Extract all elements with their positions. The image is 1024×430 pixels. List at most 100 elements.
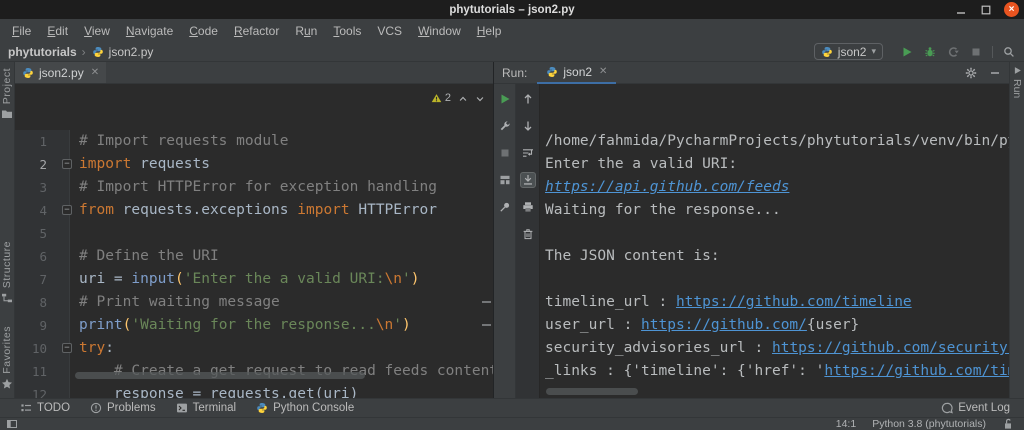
line-number: 6 — [15, 245, 70, 268]
print-button[interactable] — [520, 199, 536, 215]
console-horizontal-scrollbar[interactable] — [546, 388, 638, 395]
breadcrumb-project[interactable]: phytutorials — [8, 45, 77, 59]
close-icon[interactable]: ✕ — [91, 67, 99, 78]
lock-icon[interactable] — [1002, 418, 1014, 430]
menu-item-refactor[interactable]: Refactor — [226, 24, 287, 38]
menu-item-tools[interactable]: Tools — [325, 24, 369, 38]
editor-line[interactable]: 2− import requests — [15, 153, 493, 176]
run-button[interactable] — [900, 45, 914, 59]
menu-item-run[interactable]: Run — [287, 24, 325, 38]
clear-console-button[interactable] — [520, 226, 536, 242]
editor-line[interactable]: 9 print('Waiting for the response...\n') — [15, 314, 493, 337]
restore-layout-button[interactable] — [497, 172, 513, 188]
next-warning-icon[interactable] — [475, 94, 485, 104]
code-token: # Define the URI — [79, 248, 219, 264]
soft-wrap-button[interactable] — [520, 145, 536, 161]
run-configuration-select[interactable]: json2 ▾ — [813, 43, 883, 60]
tool-window-button-python-console[interactable]: Python Console — [246, 402, 364, 414]
tool-window-button-problems[interactable]: Problems — [80, 402, 166, 414]
code-text: import requests — [70, 153, 210, 176]
menu-item-edit[interactable]: Edit — [39, 24, 76, 38]
gear-icon[interactable] — [965, 67, 977, 79]
inspection-widget[interactable]: 2 — [431, 87, 485, 110]
run-tab-json2[interactable]: json2 ✕ — [537, 62, 617, 84]
fold-marker-icon[interactable]: − — [62, 343, 72, 353]
stop-button[interactable] — [969, 45, 983, 59]
tool-stripe-tab-structure[interactable]: Structure — [0, 241, 14, 304]
search-everywhere-button[interactable] — [1002, 45, 1016, 59]
run-header: Run: json2 ✕ — [494, 62, 1009, 84]
tool-stripe-tab-favorites[interactable]: Favorites — [0, 326, 14, 390]
coverage-button[interactable] — [946, 45, 960, 59]
menu-bar: File Edit View Navigate Code Refactor Run Tools… — [0, 19, 1024, 42]
rerun-button[interactable] — [497, 91, 513, 107]
up-stacktrace-button[interactable] — [520, 91, 536, 107]
python-file-icon — [91, 45, 105, 59]
console-link[interactable]: https://github.com/timeline — [676, 294, 912, 310]
editor-line[interactable]: 5 — [15, 222, 493, 245]
editor-line[interactable]: 8 # Print waiting message — [15, 291, 493, 314]
tool-window-button-todo[interactable]: TODO — [10, 402, 80, 414]
tool-window-button-label: TODO — [37, 402, 71, 414]
tool-stripe-tab-run[interactable]: Run — [1010, 66, 1024, 98]
console-output[interactable]: /home/fahmida/PycharmProjects/phytutoria… — [540, 84, 1009, 398]
code-text: from requests.exceptions import HTTPErro… — [70, 199, 437, 222]
console-line: /home/fahmida/PycharmProjects/phytutoria… — [545, 130, 1009, 153]
warning-icon — [431, 93, 442, 104]
close-button[interactable]: × — [1004, 2, 1019, 17]
breadcrumb-file[interactable]: json2.py — [109, 45, 154, 59]
editor-line[interactable]: 12 response = requests.get(uri) — [15, 383, 493, 398]
console-link[interactable]: https://github.com/tim — [824, 363, 1009, 379]
tool-window-button-terminal[interactable]: Terminal — [166, 402, 246, 414]
navigation-bar: phytutorials › json2.py json2 ▾ — [0, 42, 1024, 62]
down-stacktrace-button[interactable] — [520, 118, 536, 134]
line-number: 9 — [15, 314, 70, 337]
menu-item-navigate[interactable]: Navigate — [118, 24, 181, 38]
editor-line[interactable]: 6 # Define the URI — [15, 245, 493, 268]
modify-run-configuration-button[interactable] — [497, 118, 513, 134]
console-link[interactable]: https://api.github.com/feeds — [545, 179, 789, 195]
minimize-button[interactable] — [954, 3, 968, 17]
console-line: timeline_url : https://github.com/timeli… — [545, 291, 1009, 314]
menu-item-file[interactable]: File — [4, 24, 39, 38]
maximize-button[interactable] — [979, 3, 993, 17]
editor-line[interactable]: 4− from requests.exceptions import HTTPEr… — [15, 199, 493, 222]
editor-line[interactable]: 1 # Import requests module — [15, 130, 493, 153]
code-token: import — [79, 156, 132, 172]
stop-process-button[interactable] — [497, 145, 513, 161]
code-text: print('Waiting for the response...\n') — [70, 314, 411, 337]
menu-item-code[interactable]: Code — [181, 24, 226, 38]
hide-panel-icon[interactable] — [989, 67, 1001, 79]
code-token: import — [297, 202, 350, 218]
editor-line[interactable]: 3 # Import HTTPError for exception handli… — [15, 176, 493, 199]
menu-item-help[interactable]: Help — [469, 24, 510, 38]
debug-button[interactable] — [923, 45, 937, 59]
fold-marker-icon[interactable]: − — [62, 159, 72, 169]
editor-line[interactable]: 7 uri = input('Enter the a valid URI:\n') — [15, 268, 493, 291]
editor-pane: json2.py ✕ 1 # Import requests module 2− im… — [15, 62, 493, 398]
warning-count: 2 — [444, 92, 451, 104]
tool-stripe-tab-project[interactable]: Project — [0, 68, 14, 120]
event-log-button[interactable]: Event Log — [941, 402, 1010, 414]
editor-horizontal-scrollbar[interactable] — [75, 372, 365, 379]
menu-item-view[interactable]: View — [76, 24, 118, 38]
tool-window-switcher-icon[interactable] — [6, 418, 18, 430]
pin-tab-button[interactable] — [497, 199, 513, 215]
console-link[interactable]: https://github.com/security-a — [772, 340, 1009, 356]
scroll-to-end-button[interactable] — [519, 172, 536, 188]
code-token: : — [105, 340, 114, 356]
editor-line[interactable]: 10− try: — [15, 337, 493, 360]
fold-marker-icon[interactable]: − — [62, 205, 72, 215]
interpreter-indicator[interactable]: Python 3.8 (phytutorials) — [872, 418, 986, 430]
editor-body[interactable]: 1 # Import requests module 2− import reques… — [15, 84, 493, 398]
editor-tab-json2[interactable]: json2.py ✕ — [15, 62, 107, 83]
tool-stripe-label: Project — [1, 68, 13, 105]
caret-position[interactable]: 14:1 — [836, 418, 856, 430]
menu-item-window[interactable]: Window — [410, 24, 469, 38]
close-icon[interactable]: ✕ — [599, 66, 607, 77]
code-token: 'Enter the a valid URI: — [183, 271, 385, 287]
previous-warning-icon[interactable] — [458, 94, 468, 104]
console-text: user_url : — [545, 317, 642, 333]
menu-item-vcs[interactable]: VCS — [369, 24, 410, 38]
console-link[interactable]: https://github.com/ — [641, 317, 807, 333]
